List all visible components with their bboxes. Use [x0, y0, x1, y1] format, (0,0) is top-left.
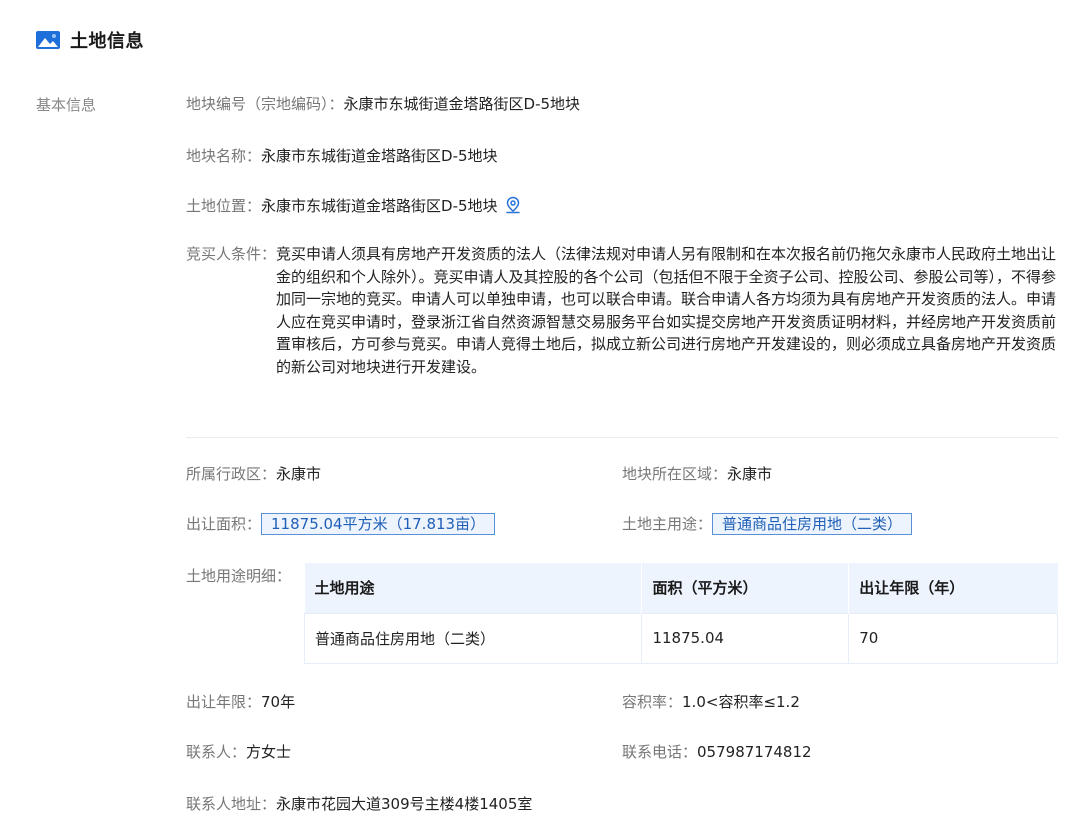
field-bidder-conditions: 竞买人条件： 竞买申请人须具有房地产开发资质的法人（法律法规对申请人另有限制和在…	[186, 243, 1066, 378]
field-label: 土地主用途：	[622, 515, 713, 533]
field-label: 联系电话：	[622, 743, 698, 761]
field-land-location: 土地位置：永康市东城街道金塔路街区D-5地块	[186, 195, 522, 220]
field-plot-ratio: 容积率：1.0<容积率≤1.2	[622, 691, 800, 713]
field-label: 竞买人条件：	[186, 245, 277, 263]
field-transfer-term: 出让年限：70年	[186, 691, 295, 713]
field-value: 永康市	[276, 465, 322, 483]
table-header-cell: 出让年限（年）	[848, 563, 1058, 613]
field-value: 永康市	[727, 465, 773, 483]
landscape-image-icon	[36, 31, 60, 49]
field-value: 057987174812	[697, 743, 812, 761]
section-label-basic-info: 基本信息	[36, 96, 97, 114]
table-header-cell: 面积（平方米）	[641, 563, 849, 613]
table-cell: 普通商品住房用地（二类）	[303, 612, 643, 664]
divider	[186, 437, 1058, 438]
field-value: 1.0<容积率≤1.2	[682, 693, 800, 711]
field-label: 容积率：	[622, 693, 683, 711]
field-parcel-code: 地块编号（宗地编码）：永康市东城街道金塔路街区D-5地块	[186, 93, 580, 115]
field-parcel-name: 地块名称：永康市东城街道金塔路街区D-5地块	[186, 145, 498, 167]
field-label: 地块名称：	[186, 147, 262, 165]
page-title: 土地信息	[70, 31, 144, 52]
field-label: 土地位置：	[186, 197, 262, 215]
field-value: 永康市东城街道金塔路街区D-5地块	[343, 95, 581, 113]
field-transfer-area: 出让面积： 11875.04平方米（17.813亩）	[186, 513, 496, 535]
field-value: 永康市东城街道金塔路街区D-5地块	[261, 147, 498, 165]
field-label: 地块所在区域：	[622, 465, 728, 483]
table-header-row: 土地用途 面积（平方米） 出让年限（年）	[304, 563, 1058, 613]
field-value: 永康市东城街道金塔路街区D-5地块	[261, 197, 498, 215]
field-contact-phone: 联系电话：057987174812	[622, 741, 812, 763]
field-value: 70年	[261, 693, 296, 711]
field-label: 出让年限：	[186, 693, 262, 711]
field-parcel-region: 地块所在区域：永康市	[622, 463, 772, 485]
field-label: 所属行政区：	[186, 465, 277, 483]
field-admin-district: 所属行政区：永康市	[186, 463, 321, 485]
field-label: 出让面积：	[186, 515, 262, 533]
transfer-area-tag: 11875.04平方米（17.813亩）	[261, 513, 496, 535]
field-label-use-detail: 土地用途明细：	[186, 567, 292, 585]
main-use-tag: 普通商品住房用地（二类）	[712, 513, 913, 535]
field-contact-address: 联系人地址：永康市花园大道309号主楼4楼1405室	[186, 793, 532, 815]
location-pin-icon[interactable]	[504, 196, 522, 220]
table-cell: 70	[848, 612, 1058, 664]
table-cell: 11875.04	[641, 612, 850, 664]
field-label: 联系人：	[186, 743, 247, 761]
field-contact-person: 联系人：方女士	[186, 741, 291, 763]
table-row: 普通商品住房用地（二类） 11875.04 70	[303, 612, 1058, 664]
field-value: 竞买申请人须具有房地产开发资质的法人（法律法规对申请人另有限制和在本次报名前仍拖…	[276, 245, 1057, 376]
table-header-cell: 土地用途	[304, 563, 642, 613]
land-use-table: 土地用途 面积（平方米） 出让年限（年） 普通商品住房用地（二类） 11875.…	[303, 563, 1058, 664]
field-value: 永康市花园大道309号主楼4楼1405室	[276, 795, 533, 813]
field-main-use: 土地主用途： 普通商品住房用地（二类）	[622, 513, 913, 535]
section-header: 土地信息	[36, 27, 144, 53]
field-label: 地块编号（宗地编码）：	[186, 95, 344, 113]
field-value: 方女士	[246, 743, 292, 761]
field-label: 联系人地址：	[186, 795, 277, 813]
